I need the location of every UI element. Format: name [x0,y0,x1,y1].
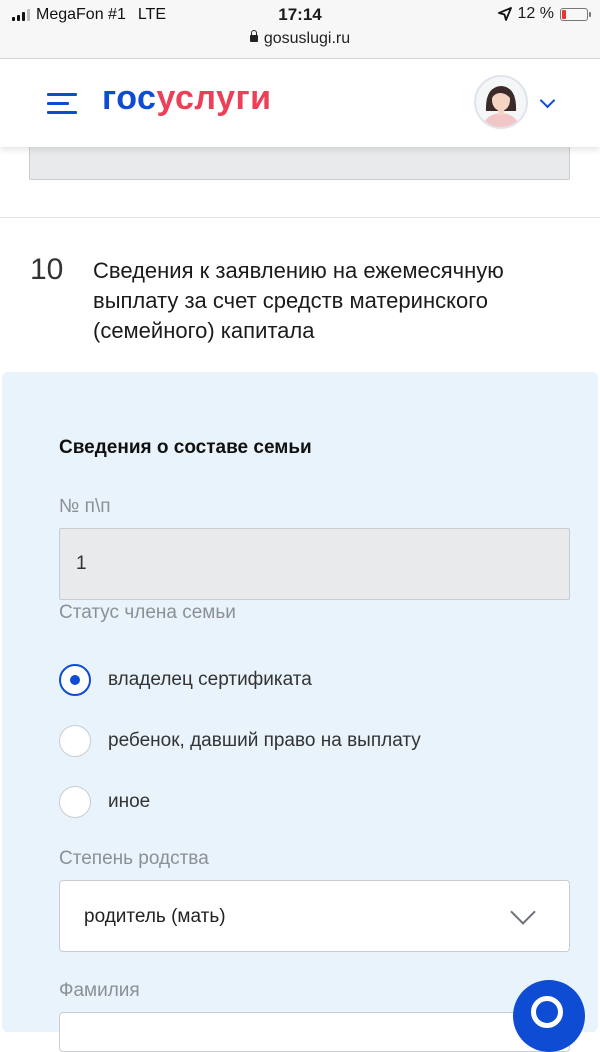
relation-select[interactable]: родитель (мать) [59,880,570,952]
surname-label: Фамилия [59,980,140,1001]
radio-selected-icon[interactable] [59,664,91,696]
battery-icon [560,7,591,21]
status-option-child[interactable]: ребенок, давший право на выплату [59,723,421,759]
location-arrow-icon [497,7,512,21]
gosuslugi-logo[interactable]: госуслуги [102,79,272,118]
family-title: Сведения о составе семьи [59,437,312,458]
surname-input[interactable] [59,1012,570,1052]
status-option-owner[interactable]: владелец сертификата [59,662,312,698]
status-label: Статус члена семьи [59,602,236,623]
radio-unselected-icon[interactable] [59,725,91,757]
chat-support-icon [531,996,563,1028]
hamburger-icon[interactable] [47,93,77,115]
lock-icon [249,30,258,42]
battery-percent: 12 % [517,5,554,22]
user-avatar[interactable] [474,75,528,129]
url-text: gosuslugi.ru [263,30,351,47]
section-number: 10 [30,253,64,286]
divider [0,217,600,218]
avatar-face-icon [483,86,519,127]
help-chat-button[interactable] [513,980,585,1052]
status-option-label: иное [108,791,151,812]
site-header: госуслуги [0,59,600,147]
relation-label: Степень родства [59,848,209,869]
chevron-down-icon [510,899,536,925]
status-option-label: владелец сертификата [108,669,312,690]
status-option-label: ребенок, давший право на выплату [108,730,421,751]
status-option-other[interactable]: иное [59,784,150,820]
row-number-label: № п\п [59,496,111,517]
radio-unselected-icon[interactable] [59,786,91,818]
chevron-down-icon[interactable] [539,92,556,109]
logo-part-gos: гос [102,79,157,117]
row-number-field: 1 [59,528,570,600]
row-number-value: 1 [76,553,87,574]
logo-part-uslugi: услуги [156,79,272,117]
status-right: 12 % [497,5,591,23]
section-title: Сведения к заявлению на ежемесячную выпл… [93,258,504,343]
status-bar: MegaFon #1 LTE 17:14 12 % gosuslugi.ru [0,0,600,59]
relation-value: родитель (мать) [84,906,226,927]
url-bar[interactable]: gosuslugi.ru [0,30,600,48]
